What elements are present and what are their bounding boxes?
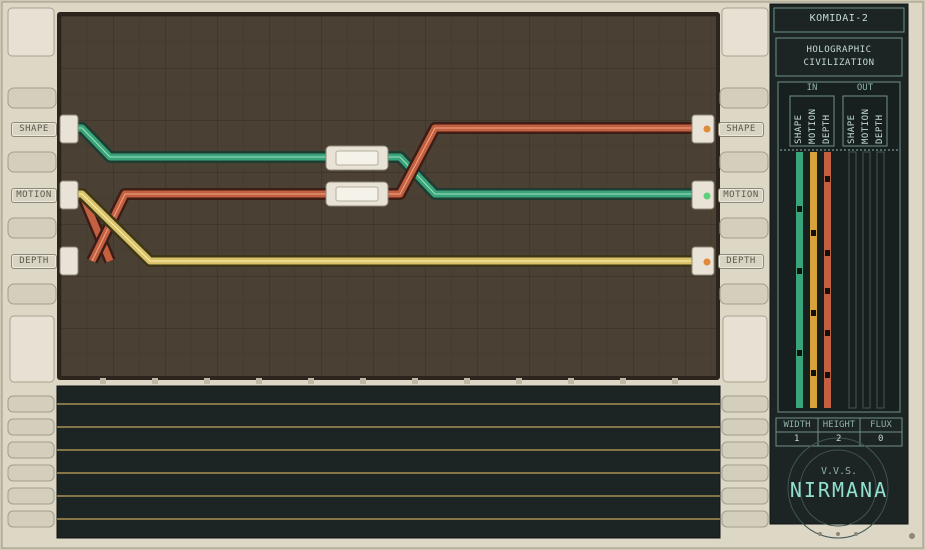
crossing-node[interactable] [325, 145, 389, 171]
output-port-label-motion: MOTION [718, 188, 764, 203]
crossing-node[interactable] [325, 181, 389, 207]
signal-tray [56, 385, 721, 539]
in-channel-shape: SHAPE [794, 114, 804, 144]
corner-block [721, 7, 769, 57]
stat-value-height: 2 [836, 434, 842, 444]
out-label: OUT [856, 83, 874, 93]
stat-header-height: HEIGHT [822, 420, 856, 430]
corner-block [7, 7, 55, 57]
puzzle-title-line2: CIVILIZATION [803, 58, 875, 68]
brand-name: NIRMANA [789, 478, 889, 502]
in-channel-bars [796, 152, 831, 408]
out-channel-motion: MOTION [861, 108, 871, 144]
stat-header-width: WIDTH [783, 420, 811, 430]
in-label: IN [806, 83, 818, 93]
motion-status-light [703, 192, 711, 200]
stat-value-flux: 0 [878, 434, 884, 444]
output-port-label-shape: SHAPE [718, 122, 764, 137]
in-channel-motion: MOTION [808, 108, 818, 144]
in-channel-depth: DEPTH [822, 114, 832, 144]
out-channel-depth: DEPTH [875, 114, 885, 144]
brand-small: V.V.S. [820, 466, 858, 477]
input-port-label-depth: DEPTH [11, 254, 57, 269]
puzzle-title-line1: HOLOGRAPHIC [806, 45, 872, 55]
output-port-connector[interactable] [691, 114, 715, 276]
corner-block [9, 315, 55, 383]
input-port-label-motion: MOTION [11, 188, 57, 203]
input-port-label-shape: SHAPE [11, 122, 57, 137]
depth-status-light [703, 258, 711, 266]
output-port-label-depth: DEPTH [718, 254, 764, 269]
puzzle-name: KOMIDAI-2 [809, 13, 869, 24]
stat-value-width: 1 [794, 434, 800, 444]
corner-block [722, 315, 768, 383]
input-port-connector[interactable] [59, 114, 79, 276]
shape-status-light [703, 125, 711, 133]
out-channel-shape: SHAPE [847, 114, 857, 144]
stat-header-flux: FLUX [870, 420, 892, 430]
